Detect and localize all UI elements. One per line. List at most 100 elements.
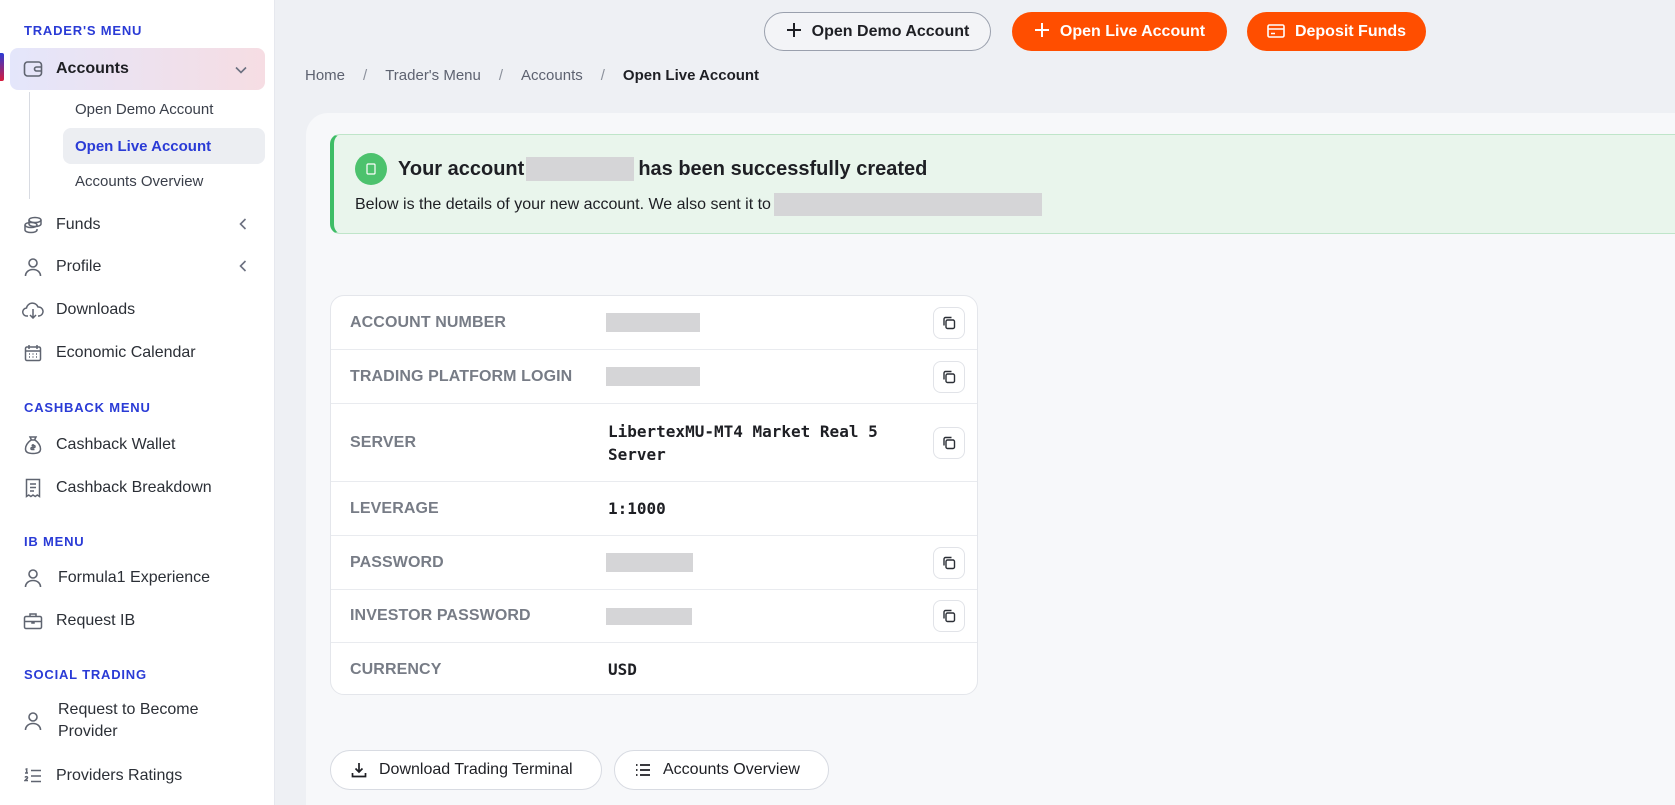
alert-title-start: Your account (398, 157, 525, 180)
list-numbered-icon (22, 765, 44, 787)
currency-value: USD (608, 660, 637, 679)
redacted-value (606, 313, 700, 332)
briefcase-icon (22, 610, 44, 632)
alert-title: Your account has been successfully creat… (398, 157, 927, 181)
table-row: CURRENCY USD (331, 643, 977, 694)
alert-message-text: Below is the details of your new account… (355, 195, 771, 213)
user-icon (22, 567, 44, 589)
chevron-left-icon (239, 259, 247, 275)
table-row: SERVER LibertexMU-MT4 Market Real 5 Serv… (331, 404, 977, 482)
button-label: Download Trading Terminal (379, 761, 573, 778)
sidebar-item-accounts[interactable]: Accounts (10, 48, 265, 90)
server-value: LibertexMU-MT4 Market Real 5 Server (608, 421, 878, 464)
check-icon (355, 153, 387, 185)
copy-icon[interactable] (933, 546, 965, 579)
redacted-email (773, 193, 1042, 216)
section-title-social-trading: SOCIAL TRADING (24, 667, 147, 682)
sidebar-item-request-provider[interactable]: Request to Become Provider (10, 697, 265, 745)
sidebar-item-downloads[interactable]: Downloads (10, 290, 265, 330)
sidebar-item-formula1-experience[interactable]: Formula1 Experience (10, 558, 265, 598)
table-row: TRADING PLATFORM LOGIN (331, 350, 977, 404)
deposit-funds-button[interactable]: Deposit Funds (1247, 12, 1426, 51)
row-label: LEVERAGE (350, 499, 439, 517)
section-title-ib-menu: IB MENU (24, 534, 85, 549)
calendar-icon (22, 342, 44, 364)
breadcrumb: Home / Trader's Menu / Accounts / Open L… (305, 67, 777, 84)
sidebar-item-label: Funds (56, 216, 101, 233)
user-icon (22, 710, 44, 732)
sidebar: TRADER'S MENU Accounts Open Demo Account… (0, 0, 275, 805)
sidebar-item-label: Formula1 Experience (58, 569, 211, 586)
button-label: Open Live Account (1059, 22, 1206, 40)
table-row: ACCOUNT NUMBER (331, 296, 977, 350)
button-label: Deposit Funds (1294, 22, 1407, 40)
sidebar-subitem-accounts-overview[interactable]: Accounts Overview (63, 163, 265, 199)
table-row: PASSWORD (331, 536, 977, 590)
sidebar-item-label: Economic Calendar (56, 344, 196, 361)
copy-icon[interactable] (933, 306, 965, 339)
sidebar-item-economic-calendar[interactable]: Economic Calendar (10, 333, 265, 373)
chevron-down-icon (235, 62, 247, 77)
sidebar-subitem-open-demo[interactable]: Open Demo Account (63, 91, 265, 127)
sidebar-item-label: Request IB (56, 612, 136, 629)
breadcrumb-traders-menu[interactable]: Trader's Menu (385, 67, 481, 84)
row-label: PASSWORD (350, 553, 444, 571)
breadcrumb-current: Open Live Account (622, 67, 760, 84)
open-demo-account-button[interactable]: Open Demo Account (764, 12, 991, 51)
account-details-table: ACCOUNT NUMBER TRADING PLATFORM LOGIN SE… (330, 295, 978, 695)
sidebar-item-label: Accounts (56, 60, 129, 77)
section-title-traders-menu: TRADER'S MENU (24, 23, 143, 38)
copy-icon[interactable] (933, 360, 965, 393)
row-label: CURRENCY (350, 660, 442, 678)
alert-message: Below is the details of your new account… (355, 193, 1042, 216)
sidebar-item-label: Profile (56, 258, 102, 275)
sidebar-item-providers-ratings[interactable]: Providers Ratings (10, 756, 265, 796)
redacted-value (606, 607, 692, 625)
money-bag-icon (22, 434, 44, 456)
table-row: LEVERAGE 1:1000 (331, 482, 977, 536)
list-icon (635, 763, 651, 777)
section-title-cashback-menu: CASHBACK MENU (24, 400, 151, 415)
sidebar-item-profile[interactable]: Profile (10, 247, 265, 287)
alert-title-end: has been successfully created (638, 157, 928, 180)
table-row: INVESTOR PASSWORD (331, 590, 977, 643)
sidebar-item-label: Downloads (56, 301, 136, 318)
cloud-download-icon (22, 299, 44, 321)
sidebar-item-funds[interactable]: Funds (10, 205, 265, 245)
sidebar-item-label: Providers Ratings (56, 767, 183, 784)
success-alert (330, 134, 1675, 234)
open-live-account-button[interactable]: Open Live Account (1012, 12, 1227, 51)
sidebar-subitem-open-live[interactable]: Open Live Account (63, 128, 265, 164)
row-label: INVESTOR PASSWORD (350, 607, 531, 624)
download-icon (351, 762, 367, 778)
accounts-overview-button[interactable]: Accounts Overview (614, 750, 829, 790)
sidebar-item-label: Cashback Breakdown (56, 479, 212, 496)
sidebar-item-label: Request to Become Provider (58, 701, 199, 740)
credit-card-icon (1267, 22, 1285, 42)
download-trading-terminal-button[interactable]: Download Trading Terminal (330, 750, 602, 790)
active-indicator (0, 53, 4, 81)
redacted-account-number (526, 157, 635, 181)
plus-icon (786, 22, 802, 42)
breadcrumb-home[interactable]: Home (305, 67, 345, 84)
sidebar-item-request-ib[interactable]: Request IB (10, 601, 265, 641)
leverage-value: 1:1000 (608, 499, 666, 518)
submenu-line (29, 92, 30, 199)
breadcrumb-accounts[interactable]: Accounts (521, 67, 583, 84)
sidebar-item-label: Cashback Wallet (56, 436, 176, 453)
chevron-left-icon (239, 217, 247, 233)
row-label: SERVER (350, 433, 417, 451)
breadcrumb-separator: / (498, 67, 504, 84)
row-label: ACCOUNT NUMBER (350, 313, 507, 331)
sidebar-item-cashback-wallet[interactable]: Cashback Wallet (10, 425, 265, 465)
button-label: Open Demo Account (811, 22, 970, 40)
coins-icon (22, 214, 44, 236)
sidebar-item-cashback-breakdown[interactable]: Cashback Breakdown (10, 468, 265, 508)
row-label: TRADING PLATFORM LOGIN (350, 367, 573, 385)
copy-icon[interactable] (933, 600, 965, 632)
plus-icon (1034, 22, 1050, 42)
redacted-value (606, 553, 693, 572)
user-icon (22, 256, 44, 278)
copy-icon[interactable] (933, 426, 965, 459)
breadcrumb-separator: / (363, 67, 368, 84)
